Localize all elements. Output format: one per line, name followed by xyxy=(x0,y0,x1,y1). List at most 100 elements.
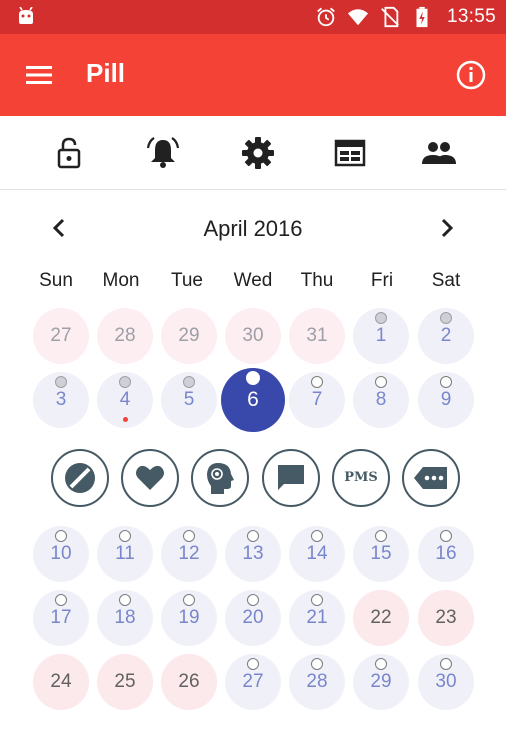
day-number: 22 xyxy=(370,607,392,628)
calendar-day[interactable]: 18 xyxy=(97,590,153,646)
day-number: 26 xyxy=(178,671,200,692)
calendar-day[interactable]: 20 xyxy=(225,590,281,646)
day-number: 18 xyxy=(114,607,136,628)
pill-taken-marker xyxy=(119,376,131,388)
calendar-day[interactable]: 2 xyxy=(418,308,474,364)
calendar-day-today[interactable]: 6 xyxy=(221,368,285,432)
calendar-day[interactable]: 15 xyxy=(353,526,409,582)
calendar-day[interactable]: 19 xyxy=(161,590,217,646)
day-number: 2 xyxy=(440,325,452,346)
calendar-day[interactable]: 17 xyxy=(33,590,89,646)
day-number: 8 xyxy=(375,389,387,410)
calendar-day[interactable]: 27 xyxy=(33,308,89,364)
pill-pending-marker xyxy=(119,530,131,542)
calendar-day[interactable]: 23 xyxy=(418,590,474,646)
next-month-button[interactable] xyxy=(432,213,462,243)
calendar-day[interactable]: 25 xyxy=(97,654,153,710)
no-pill-button[interactable] xyxy=(51,449,109,507)
calendar-day[interactable]: 8 xyxy=(353,372,409,428)
wifi-icon xyxy=(347,9,369,26)
event-dot xyxy=(122,417,128,422)
calendar-day[interactable]: 5 xyxy=(161,372,217,428)
calendar-day[interactable]: 31 xyxy=(289,308,345,364)
day-number: 20 xyxy=(242,607,264,628)
day-number: 9 xyxy=(440,389,452,410)
note-icon xyxy=(278,465,304,490)
alarm-icon xyxy=(317,7,335,27)
calendar-day[interactable]: 29 xyxy=(353,654,409,710)
no-sim-icon xyxy=(381,6,399,28)
lock-open-icon[interactable] xyxy=(51,135,87,171)
pill-pending-marker xyxy=(55,530,67,542)
symptom-button[interactable] xyxy=(191,449,249,507)
calendar-day[interactable]: 24 xyxy=(33,654,89,710)
weekday-sun: Sun xyxy=(39,270,73,291)
day-number: 30 xyxy=(435,671,457,692)
day-number: 13 xyxy=(242,543,264,564)
day-number: 14 xyxy=(306,543,328,564)
calendar-day[interactable]: 28 xyxy=(97,308,153,364)
people-icon[interactable] xyxy=(421,135,457,171)
pill-pending-marker xyxy=(183,594,195,606)
weekday-mon: Mon xyxy=(102,270,140,291)
note-button[interactable] xyxy=(262,449,320,507)
weekday-thu: Thu xyxy=(300,270,334,291)
day-number: 5 xyxy=(183,389,195,410)
day-number: 28 xyxy=(306,671,328,692)
pill-pending-marker xyxy=(311,594,323,606)
day-number: 29 xyxy=(178,325,200,346)
more-tag-icon xyxy=(414,467,447,489)
pms-button[interactable]: PMS xyxy=(332,449,390,507)
day-number: 11 xyxy=(115,543,135,564)
day-number: 15 xyxy=(370,543,392,564)
info-icon[interactable] xyxy=(454,58,488,92)
mood-button[interactable] xyxy=(121,449,179,507)
calendar-day[interactable]: 29 xyxy=(161,308,217,364)
menu-icon[interactable] xyxy=(24,60,54,90)
calendar-day[interactable]: 26 xyxy=(161,654,217,710)
weekday-sat: Sat xyxy=(431,270,461,291)
day-number: 3 xyxy=(55,389,67,410)
no-pill-icon xyxy=(65,463,95,493)
calendar-day[interactable]: 1 xyxy=(353,308,409,364)
alarm-bell-icon[interactable] xyxy=(145,135,181,171)
pill-pending-marker xyxy=(311,530,323,542)
calendar-day[interactable]: 14 xyxy=(289,526,345,582)
pill-pending-marker xyxy=(375,658,387,670)
pill-pending-marker xyxy=(247,530,259,542)
calendar-day[interactable]: 10 xyxy=(33,526,89,582)
settings-gear-icon[interactable] xyxy=(240,135,276,171)
calendar-day[interactable]: 28 xyxy=(289,654,345,710)
pill-taken-marker xyxy=(440,312,452,324)
pill-pending-marker xyxy=(247,658,259,670)
pill-pending-marker xyxy=(247,594,259,606)
calendar-day[interactable]: 3 xyxy=(33,372,89,428)
day-number: 30 xyxy=(242,325,264,346)
more-options-button[interactable] xyxy=(402,449,460,507)
day-number: 19 xyxy=(178,607,200,628)
day-number: 10 xyxy=(50,543,72,564)
calendar-view-icon[interactable] xyxy=(332,135,368,171)
calendar-day[interactable]: 30 xyxy=(418,654,474,710)
day-number: 6 xyxy=(247,388,259,411)
calendar-day[interactable]: 13 xyxy=(225,526,281,582)
day-number: 23 xyxy=(435,607,457,628)
calendar-day[interactable]: 22 xyxy=(353,590,409,646)
calendar-day[interactable]: 16 xyxy=(418,526,474,582)
calendar-day[interactable]: 9 xyxy=(418,372,474,428)
weekday-tue: Tue xyxy=(170,270,204,291)
calendar-day[interactable]: 30 xyxy=(225,308,281,364)
calendar-day[interactable]: 11 xyxy=(97,526,153,582)
pill-pending-marker xyxy=(55,594,67,606)
weekday-fri: Fri xyxy=(370,270,394,291)
battery-charging-icon xyxy=(416,6,428,28)
status-bar: 13:55 xyxy=(0,0,506,34)
calendar-day[interactable]: 4 xyxy=(97,372,153,428)
calendar-day[interactable]: 21 xyxy=(289,590,345,646)
calendar-day[interactable]: 27 xyxy=(225,654,281,710)
calendar-day[interactable]: 12 xyxy=(161,526,217,582)
month-title: April 2016 xyxy=(203,216,303,241)
calendar-day[interactable]: 7 xyxy=(289,372,345,428)
pill-pending-marker xyxy=(375,376,387,388)
pill-pending-marker xyxy=(311,658,323,670)
